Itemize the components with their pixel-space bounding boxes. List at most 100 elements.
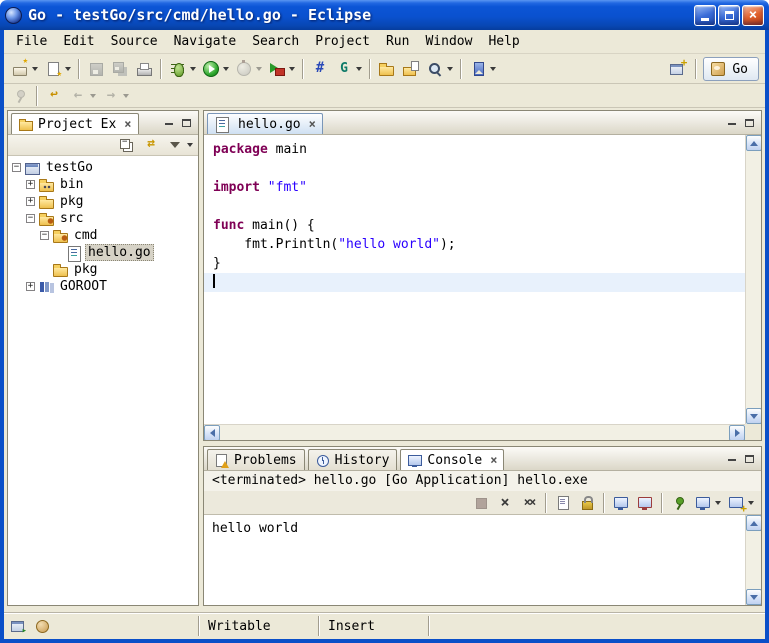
- code-line-2[interactable]: [204, 159, 745, 178]
- go-documentation-button[interactable]: [333, 59, 364, 79]
- tree-item-goroot[interactable]: +GOROOT: [8, 278, 198, 295]
- display-selected-console-button[interactable]: [692, 493, 723, 513]
- console-output[interactable]: hello world: [204, 515, 745, 605]
- tree-item-pkg[interactable]: pkg: [8, 261, 198, 278]
- tab-project-explorer[interactable]: Project Ex ×: [11, 113, 139, 134]
- tree-item-src[interactable]: −src: [8, 210, 198, 227]
- horizontal-scrollbar[interactable]: [204, 424, 745, 440]
- code-line-7[interactable]: }: [204, 254, 745, 273]
- project-tree[interactable]: −testGo+bin+pkg−src−cmdhello.gopkg+GOROO…: [8, 156, 198, 605]
- tree-expander-icon[interactable]: +: [26, 282, 35, 291]
- dropdown-arrow-icon[interactable]: [65, 67, 71, 71]
- dropdown-arrow-icon[interactable]: [223, 67, 229, 71]
- scroll-lock-button[interactable]: [576, 493, 598, 513]
- title-bar[interactable]: Go - testGo/src/cmd/hello.go - Eclipse ×: [0, 0, 769, 30]
- show-on-stderr-button[interactable]: [634, 493, 656, 513]
- scroll-left-button[interactable]: [204, 425, 220, 441]
- new-go-app-button[interactable]: [309, 59, 331, 79]
- dropdown-arrow-icon[interactable]: [190, 67, 196, 71]
- remove-launch-button[interactable]: [494, 493, 516, 513]
- code-line-3[interactable]: import "fmt": [204, 178, 745, 197]
- save-button[interactable]: [85, 59, 107, 79]
- show-on-stdout-button[interactable]: [610, 493, 632, 513]
- pin-editor-button[interactable]: [9, 86, 31, 106]
- scroll-track[interactable]: [746, 151, 761, 408]
- remove-all-terminated-button[interactable]: [518, 493, 540, 513]
- close-icon[interactable]: ×: [124, 117, 131, 131]
- tab-hello-go[interactable]: hello.go ×: [207, 113, 323, 134]
- tab-history[interactable]: History: [308, 449, 398, 470]
- dropdown-arrow-icon[interactable]: [256, 67, 262, 71]
- menu-help[interactable]: Help: [480, 32, 527, 51]
- last-edit-location-button[interactable]: [43, 86, 65, 106]
- tab-console[interactable]: Console×: [400, 449, 504, 470]
- tree-expander-icon[interactable]: −: [40, 231, 49, 240]
- menu-run[interactable]: Run: [378, 32, 417, 51]
- dropdown-arrow-icon[interactable]: [490, 67, 496, 71]
- code-line-6[interactable]: fmt.Println("hello world");: [204, 235, 745, 254]
- menu-search[interactable]: Search: [244, 32, 307, 51]
- dropdown-arrow-icon[interactable]: [356, 67, 362, 71]
- menu-file[interactable]: File: [8, 32, 55, 51]
- scroll-down-button[interactable]: [746, 408, 762, 424]
- external-tools-button[interactable]: [266, 59, 297, 79]
- search-button[interactable]: [424, 59, 455, 79]
- dropdown-arrow-icon[interactable]: [715, 501, 721, 505]
- tree-expander-icon[interactable]: +: [26, 180, 35, 189]
- terminate-button[interactable]: [470, 493, 492, 513]
- tree-item-bin[interactable]: +bin: [8, 176, 198, 193]
- code-line-4[interactable]: [204, 197, 745, 216]
- go-status-icon[interactable]: [34, 618, 50, 634]
- maximize-view-button[interactable]: [179, 116, 194, 130]
- minimize-view-button[interactable]: [161, 116, 176, 130]
- close-icon[interactable]: ×: [490, 453, 497, 467]
- tab-problems[interactable]: Problems: [207, 449, 305, 470]
- run-button[interactable]: [200, 59, 231, 79]
- tree-expander-icon[interactable]: −: [12, 163, 21, 172]
- menu-navigate[interactable]: Navigate: [166, 32, 245, 51]
- code-line-5[interactable]: func main() {: [204, 216, 745, 235]
- scroll-track[interactable]: [746, 531, 761, 589]
- vertical-scrollbar[interactable]: [745, 515, 761, 605]
- save-all-button[interactable]: [109, 59, 131, 79]
- code-editor[interactable]: package mainimport "fmt"func main() { fm…: [204, 135, 745, 424]
- link-with-editor-button[interactable]: [140, 135, 162, 155]
- back-button[interactable]: [67, 86, 98, 106]
- clear-console-button[interactable]: [552, 493, 574, 513]
- tree-item-pkg[interactable]: +pkg: [8, 193, 198, 210]
- scroll-up-button[interactable]: [746, 135, 762, 151]
- minimize-button[interactable]: [694, 5, 716, 26]
- open-console-button[interactable]: [725, 493, 756, 513]
- dropdown-arrow-icon[interactable]: [447, 67, 453, 71]
- tree-expander-icon[interactable]: −: [26, 214, 35, 223]
- tree-expander-icon[interactable]: +: [26, 197, 35, 206]
- menu-project[interactable]: Project: [307, 32, 378, 51]
- view-menu-button[interactable]: [164, 135, 195, 155]
- pin-console-button[interactable]: [668, 493, 690, 513]
- minimize-view-button[interactable]: [724, 116, 739, 130]
- go-perspective-button[interactable]: Go: [703, 57, 759, 81]
- open-resource-button[interactable]: [400, 59, 422, 79]
- dropdown-arrow-icon[interactable]: [90, 94, 96, 98]
- bookmark-button[interactable]: [467, 59, 498, 79]
- dropdown-arrow-icon[interactable]: [748, 501, 754, 505]
- maximize-button[interactable]: [718, 5, 740, 26]
- menu-source[interactable]: Source: [103, 32, 166, 51]
- open-folder-button[interactable]: [376, 59, 398, 79]
- scroll-right-button[interactable]: [729, 425, 745, 441]
- tree-item-cmd[interactable]: −cmd: [8, 227, 198, 244]
- forward-button[interactable]: [100, 86, 131, 106]
- open-perspective-button[interactable]: [666, 59, 688, 79]
- dropdown-arrow-icon[interactable]: [123, 94, 129, 98]
- new-wizard-button[interactable]: [9, 59, 40, 79]
- show-view-icon[interactable]: [10, 618, 26, 634]
- tree-item-hello-go[interactable]: hello.go: [8, 244, 198, 261]
- maximize-view-button[interactable]: [742, 116, 757, 130]
- print-button[interactable]: [133, 59, 155, 79]
- scroll-down-button[interactable]: [746, 589, 762, 605]
- debug-button[interactable]: [167, 59, 198, 79]
- new-go-element-button[interactable]: [42, 59, 73, 79]
- close-button[interactable]: ×: [742, 5, 764, 26]
- scroll-track[interactable]: [220, 425, 729, 440]
- menu-edit[interactable]: Edit: [55, 32, 102, 51]
